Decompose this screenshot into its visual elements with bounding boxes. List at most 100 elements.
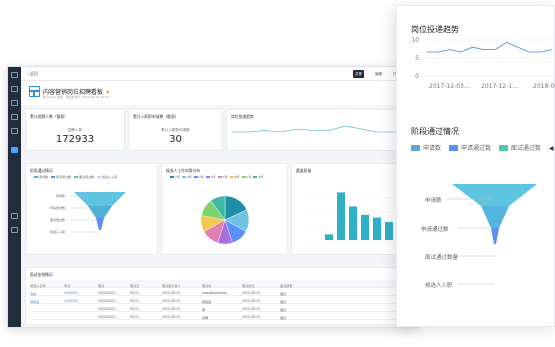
back-label: 返回 [29, 71, 38, 76]
kpi-card-hires: 累计招聘人数（整表） 招聘人数 172933 [25, 109, 125, 151]
table-cell[interactable]: 1109352 [64, 299, 78, 303]
funnel-label: 面试通过数量 [425, 255, 459, 261]
table-cell[interactable]: 谭晓龙 [30, 299, 39, 304]
help-icon[interactable] [11, 227, 18, 233]
interview-table: 候选人名称 申请 面试 面试日 面试官负责人 面试地 面试结论 面试结果 沈航 1009351 10… [30, 280, 411, 320]
panel-funnel-title: 阶段通过情况 [411, 127, 459, 136]
legend-item: 申请数 [39, 175, 49, 179]
legend-item[interactable]: 申请通过数 [448, 144, 491, 152]
legend-item[interactable]: 申请数 [411, 144, 442, 152]
funnel-label: 申请数 [425, 198, 442, 204]
table-cell: 面试结果 [280, 283, 293, 288]
x-tick-label: 2017-12-1... [481, 83, 518, 90]
table-cell: 面试日 [130, 283, 140, 288]
table-cell: 面试官负责人 [162, 283, 181, 288]
interview-table-card: 面试安排情况 候选人名称 申请 面试 面试日 面试官负责人 面试地 面试结论 面试结果 沈航 10… [25, 267, 416, 325]
table-cell: 面试 [98, 283, 105, 288]
board-icon [29, 86, 40, 97]
grid-icon[interactable] [11, 100, 18, 106]
home-icon[interactable] [11, 72, 18, 78]
user-icon[interactable] [11, 86, 18, 92]
table-cell: 通过 [280, 299, 287, 304]
funnel-stage-3 [491, 228, 499, 244]
funnel-chart [447, 184, 537, 285]
table-cell: 通过 [280, 315, 287, 320]
pie-card: 候选人工作年限分布 1年 2年 3年 4年 5年 6年 7年 8年 [161, 163, 288, 255]
x-tick-label: 2018-01-0... [533, 83, 555, 90]
table-cell: 张明 [202, 315, 209, 320]
bar[interactable] [373, 217, 381, 240]
bar[interactable] [325, 234, 333, 240]
board-header: 内容营销岗位招聘看板 ★ 由 Leyan 创建，最近修改于 2021-06-15 … [21, 81, 418, 105]
table-row[interactable]: 沈航 1009351 10/15/2021 00:11 2021-06-15 zhangs… [30, 288, 411, 296]
legend-item: 5年 [222, 175, 228, 179]
legend-label: 面试通过数 [510, 145, 541, 152]
board-subtitle: 由 Leyan 创建，最近修改于 2021-06-15 10:20 [43, 95, 109, 99]
table-cell: 2021-06-15 [162, 314, 180, 319]
funnel-stage-1 [74, 192, 126, 206]
pie-chart [200, 195, 250, 245]
document-icon[interactable] [11, 114, 18, 120]
y-tick-label: 5 [415, 55, 419, 62]
funnel-label: 申请通过数 [421, 227, 449, 233]
kpi-title: 累计招聘人数（整表） [30, 114, 68, 119]
table-cell: zhangshanming [202, 290, 227, 295]
share-button[interactable]: 共享 [353, 70, 364, 78]
mini-line-chart [232, 125, 411, 133]
topbar: ‹ 返回 共享 编辑 打印 [21, 67, 418, 81]
funnel-card: 阶段通过情况 申请数 申请通过数 面试通过数 候选人入职 申请数 申请通过数 面… [25, 163, 158, 255]
y-tick-label: 10 [411, 37, 419, 44]
bar[interactable] [337, 192, 345, 240]
funnel-label: 候选人入职 [425, 283, 453, 289]
trend-line-chart: 10 5 0 2017-12-03... 2017-12-1... 2018-01-0..… [411, 37, 555, 90]
table-cell: 2021-06-15 [162, 306, 180, 311]
kpi-label: 累计入职职申请数 [161, 128, 190, 132]
legend-item: 候选人入职 [101, 175, 117, 179]
table-cell: 面试地 [202, 283, 212, 288]
legend-item: 面试通过数 [78, 175, 94, 179]
table-row[interactable]: 10/15/2021 00:11 2021-06-15 李 2021-06-15 通过 [30, 304, 411, 312]
legend-label: 申请数 [423, 145, 442, 152]
trend-card: 岗位投递趋势 [226, 109, 416, 151]
table-cell: 00:11 [130, 290, 139, 295]
funnel-label: 面试通过数 [50, 218, 66, 222]
detail-panel: 岗位投递趋势 10 5 0 2017-12-03... 2017-12-1... 2018… [396, 5, 555, 327]
legend-next-icon[interactable]: ◀ [549, 145, 554, 152]
back-link[interactable]: ‹ 返回 [27, 71, 38, 77]
table-row[interactable]: 谭晓龙 1109352 10/15/2021 00:11 2021-06-15 杨建鑫 20… [30, 296, 411, 304]
table-cell: 2021-06-15 [242, 314, 260, 319]
table-cell: 10/15/2021 [98, 290, 116, 295]
legend-item[interactable]: 面试通过数 [498, 144, 541, 152]
pie-card-title: 候选人工作年限分布 [166, 168, 201, 173]
table-cell[interactable]: 1009351 [64, 291, 78, 295]
legend-item: 4年 [210, 175, 216, 179]
edit-button[interactable]: 编辑 [373, 70, 384, 78]
table-cell: 10/15/2021 [98, 314, 116, 319]
table-cell[interactable]: 沈航 [30, 291, 36, 296]
kpi-card-applications: 累计入职职申请数（截面） 累计入职职申请数 30 [128, 109, 223, 151]
series-line [427, 41, 553, 53]
dashboard-icon[interactable] [11, 147, 18, 153]
table-row[interactable]: 10/15/2021 00:11 2021-06-15 张明 2021-06-15 通过 [30, 312, 411, 320]
pie-legend: 1年 2年 3年 4年 5年 6年 7年 8年 [168, 175, 263, 179]
bar[interactable] [349, 206, 357, 240]
trend-card-title: 岗位投递趋势 [231, 114, 254, 119]
bar[interactable] [361, 214, 369, 240]
legend-item: 3年 [198, 175, 204, 179]
funnel-label: 申请通过数 [50, 206, 66, 210]
table-cell: 2021-06-15 [242, 306, 260, 311]
table-title: 面试安排情况 [30, 272, 53, 277]
folder-icon[interactable] [11, 128, 18, 134]
table-cell: 候选人名称 [30, 283, 46, 288]
settings-icon[interactable] [11, 213, 18, 219]
table-cell: 2021-06-15 [242, 290, 260, 295]
table-cell: 通过 [280, 291, 287, 296]
table-cell: 10/15/2021 [98, 298, 116, 303]
mini-funnel-chart [71, 192, 126, 233]
legend-item: 1年 [175, 175, 180, 179]
kpi-label: 招聘人数 [67, 128, 83, 132]
bar[interactable] [385, 222, 393, 240]
table-cell: 00:11 [130, 298, 139, 303]
series-line [232, 125, 411, 133]
funnel-stage-3 [96, 218, 104, 230]
